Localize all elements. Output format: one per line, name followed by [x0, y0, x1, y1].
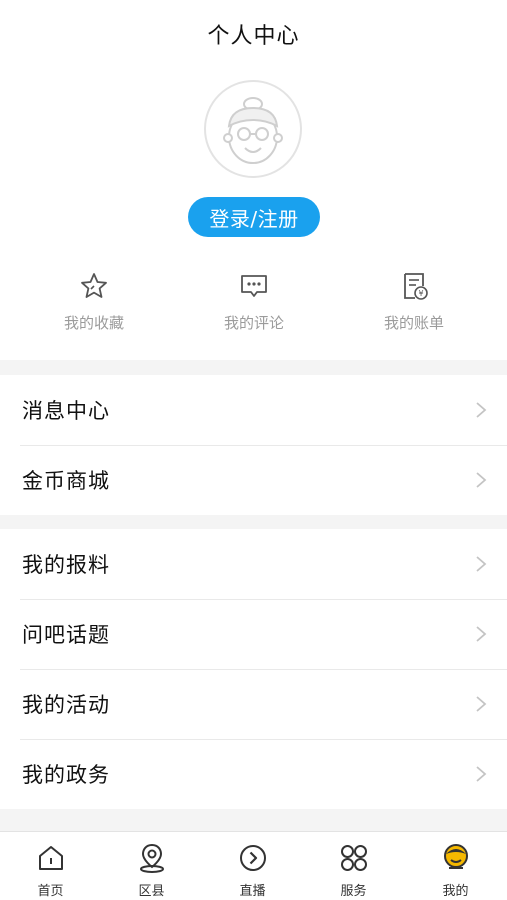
menu-item-coin-mall[interactable]: 金币商城	[0, 445, 507, 515]
menu-item-label: 消息中心	[22, 399, 110, 423]
user-face-icon	[443, 844, 468, 869]
quick-item-label: 我的收藏	[63, 314, 124, 332]
menu-item-label: 我的政务	[22, 763, 110, 787]
page-title: 个人中心	[207, 24, 300, 49]
menu-item-label: 问吧话题	[22, 623, 110, 647]
menu-item-label: 我的报料	[22, 553, 110, 577]
tab-label: 直播	[239, 884, 266, 899]
play-circle-icon	[239, 845, 266, 871]
login-register-button[interactable]: 登录/注册	[188, 197, 320, 237]
tab-label: 首页	[37, 884, 64, 899]
chevron-right-icon	[476, 402, 487, 418]
menu-item-message-center[interactable]: 消息中心	[0, 375, 507, 445]
location-pin-icon	[139, 843, 164, 873]
home-icon	[38, 846, 63, 870]
tab-label: 区县	[138, 884, 165, 899]
menu-item-my-activities[interactable]: 我的活动	[0, 669, 507, 739]
bottom-tab-bar: 首页 区县 直播 服务 我的	[0, 831, 507, 900]
tab-services[interactable]: 服务	[303, 842, 404, 899]
quick-item-comments[interactable]: 我的评论	[189, 270, 319, 333]
tab-home[interactable]: 首页	[0, 842, 101, 899]
menu-item-label: 我的活动	[22, 693, 110, 717]
tab-district[interactable]: 区县	[101, 842, 202, 899]
comment-icon	[241, 275, 267, 297]
menu-item-my-government-affairs[interactable]: 我的政务	[0, 739, 507, 809]
profile-header: 个人中心 登录/注册 我的收藏 我的评论 ¥ 我的账单	[0, 0, 507, 360]
star-icon	[81, 273, 107, 298]
quick-actions: 我的收藏 我的评论 ¥ 我的账单	[0, 270, 507, 340]
menu-group: 我的报料 问吧话题 我的活动 我的政务	[0, 529, 507, 809]
quick-item-label: 我的账单	[383, 314, 444, 332]
chevron-right-icon	[476, 766, 487, 782]
grid-icon	[340, 845, 367, 871]
tab-label: 我的	[442, 884, 469, 899]
tab-label: 服务	[340, 884, 367, 899]
quick-item-bills[interactable]: ¥ 我的账单	[349, 270, 479, 333]
quick-item-label: 我的评论	[223, 314, 284, 332]
chevron-right-icon	[476, 626, 487, 642]
quick-item-favorites[interactable]: 我的收藏	[29, 270, 159, 333]
menu-item-label: 金币商城	[22, 469, 110, 493]
chevron-right-icon	[476, 472, 487, 488]
default-avatar-icon	[223, 97, 283, 164]
menu-item-topics[interactable]: 问吧话题	[0, 599, 507, 669]
chevron-right-icon	[476, 696, 487, 712]
tab-mine[interactable]: 我的	[405, 842, 506, 899]
bill-icon: ¥	[404, 273, 428, 300]
tab-live[interactable]: 直播	[202, 842, 303, 899]
menu-item-my-reports[interactable]: 我的报料	[0, 529, 507, 599]
svg-text:¥: ¥	[418, 289, 423, 298]
avatar[interactable]	[204, 80, 302, 178]
chevron-right-icon	[476, 556, 487, 572]
menu-group: 消息中心 金币商城	[0, 375, 507, 515]
